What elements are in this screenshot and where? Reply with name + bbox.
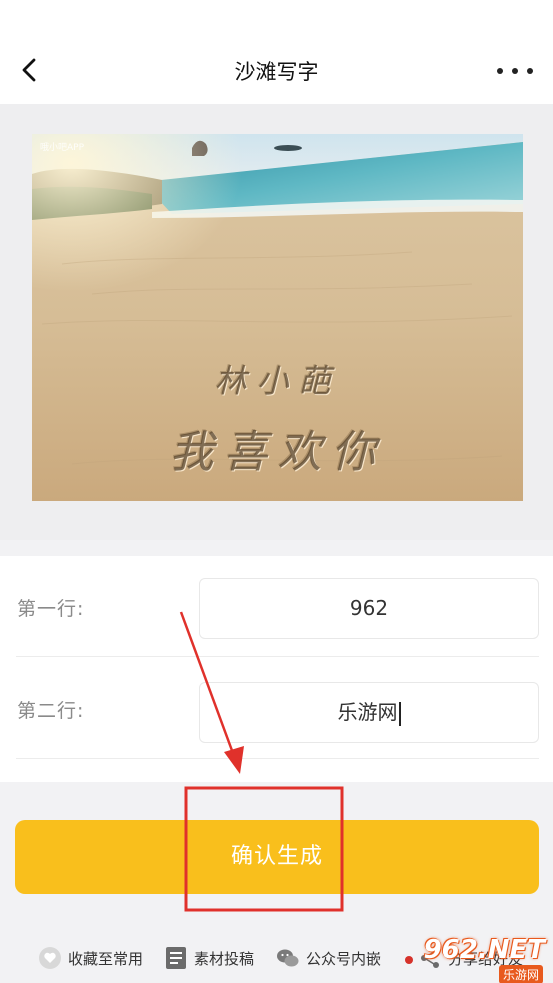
- document-icon: [164, 946, 188, 970]
- form-row-line2: 第二行: 乐游网: [0, 658, 553, 760]
- line2-label: 第二行:: [17, 700, 85, 722]
- favorite-label: 收藏至常用: [68, 949, 144, 968]
- submit-material-action[interactable]: 素材投稿: [164, 946, 254, 970]
- favorite-action[interactable]: 收藏至常用: [38, 946, 143, 970]
- wechat-embed-action[interactable]: 公众号内嵌: [276, 946, 381, 970]
- divider: [16, 656, 539, 657]
- wechat-icon: [276, 946, 300, 970]
- submit-material-label: 素材投稿: [194, 949, 255, 968]
- confirm-generate-button[interactable]: 确认生成: [15, 820, 539, 894]
- page-title: 沙滩写字: [234, 60, 319, 84]
- site-logo: 962.NET 乐游网: [417, 935, 545, 983]
- text-input-form: 第一行: 962 第二行: 乐游网: [0, 556, 553, 782]
- line2-input[interactable]: 乐游网: [199, 682, 539, 743]
- site-logo-top: 962.NET: [423, 935, 545, 965]
- top-bar: 沙滩写字: [0, 0, 553, 104]
- more-menu-button[interactable]: [497, 58, 533, 84]
- wechat-embed-label: 公众号内嵌: [306, 949, 382, 968]
- sand-text-line1: 林小葩: [214, 362, 341, 400]
- line2-input-value: 乐游网: [337, 700, 398, 724]
- site-logo-bottom: 乐游网: [498, 965, 543, 983]
- heart-icon: [38, 946, 62, 970]
- text-cursor: [398, 701, 401, 726]
- divider: [16, 758, 539, 759]
- beach-preview-image: 哦小吧APP 林小葩 我喜欢你: [32, 134, 523, 501]
- watermark-text: 哦小吧APP: [40, 143, 85, 153]
- sand-text-line2: 我喜欢你: [169, 427, 386, 478]
- more-horizontal-icon: [497, 68, 503, 74]
- line1-label: 第一行:: [17, 598, 85, 620]
- form-row-line1: 第一行: 962: [0, 556, 553, 658]
- line1-input[interactable]: 962: [199, 578, 539, 639]
- preview-area: 哦小吧APP 林小葩 我喜欢你: [0, 104, 553, 540]
